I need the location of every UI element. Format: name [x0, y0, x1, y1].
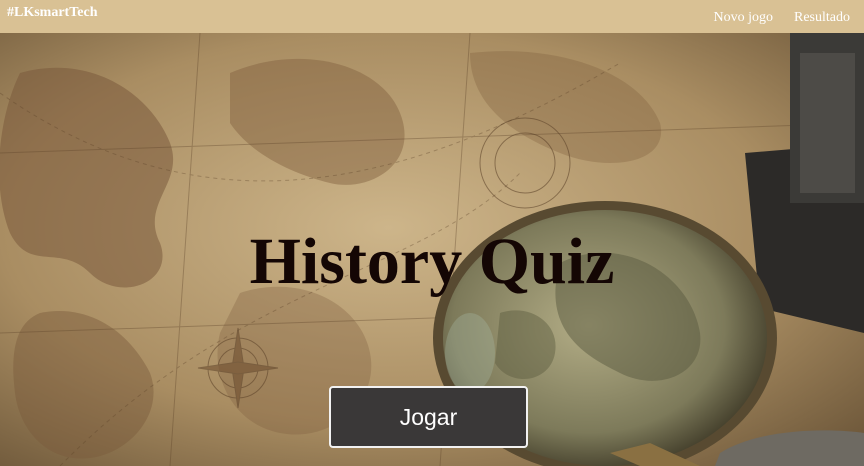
nav-link-novo-jogo[interactable]: Novo jogo	[714, 10, 774, 26]
navbar: #LKsmartTech Novo jogo Resultado	[0, 0, 864, 33]
page-title: History Quiz	[249, 225, 615, 298]
nav-links: Novo jogo Resultado	[714, 5, 851, 26]
nav-link-resultado[interactable]: Resultado	[794, 10, 850, 26]
brand-logo[interactable]: #LKsmartTech	[7, 5, 97, 21]
hero-section: History Quiz Jogar	[0, 33, 864, 466]
play-button[interactable]: Jogar	[329, 386, 528, 448]
